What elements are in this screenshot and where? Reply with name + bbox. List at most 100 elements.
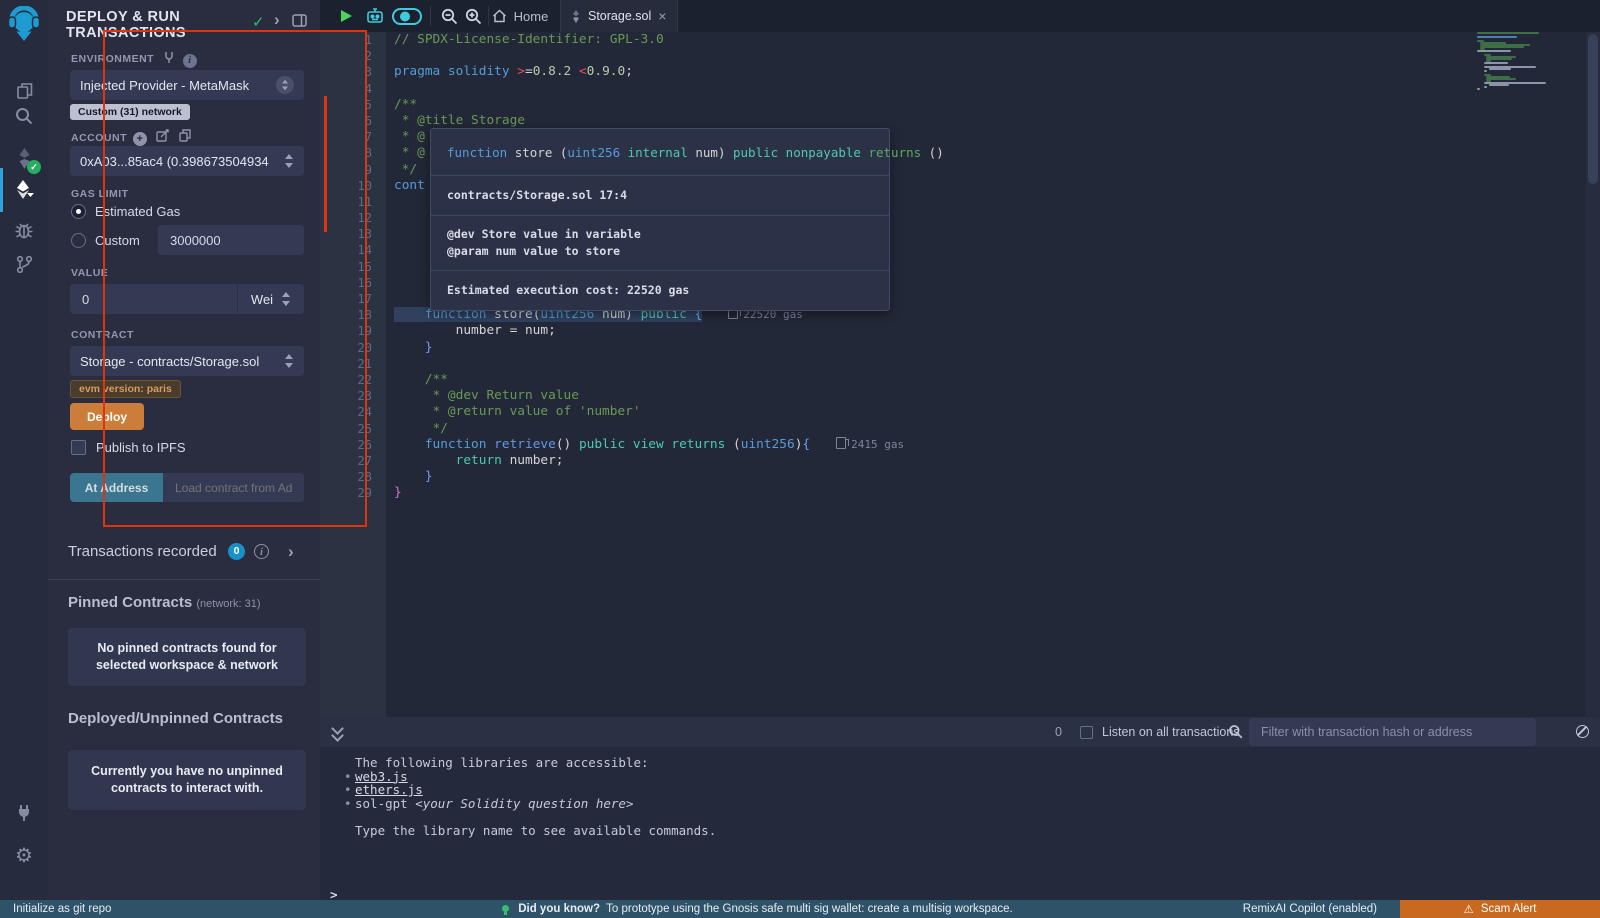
search-icon[interactable] (0, 98, 48, 134)
transactions-recorded-row: Transactions recorded 0 i › (68, 543, 300, 561)
line-number[interactable]: 3 (320, 64, 372, 80)
line-number[interactable]: 20 (320, 340, 372, 356)
did-you-know-tip: Did you know? To prototype using the Gno… (502, 900, 1013, 918)
tab-close-icon[interactable]: × (658, 9, 666, 23)
line-number[interactable]: 25 (320, 421, 372, 437)
clear-filter-icon[interactable] (1576, 725, 1589, 738)
contract-select[interactable]: Storage - contracts/Storage.sol (70, 346, 304, 376)
bullet-icon: • (344, 783, 352, 797)
line-number[interactable]: 8 (320, 145, 372, 161)
line-number[interactable]: 23 (320, 388, 372, 404)
line-number[interactable]: 15 (320, 259, 372, 275)
tooltip-cost-section: Estimated execution cost: 22520 gas (431, 271, 889, 310)
scam-alert-button[interactable]: ⚠ Scam Alert (1400, 900, 1600, 918)
deploy-button[interactable]: Deploy (70, 403, 144, 430)
bullet-icon: • (344, 770, 352, 784)
copy-account-icon[interactable] (179, 133, 191, 145)
solidity-compiler-icon[interactable] (0, 140, 48, 176)
line-number[interactable]: 1 (320, 32, 372, 48)
panel-forward-icon[interactable]: › (274, 10, 280, 30)
line-number[interactable]: 22 (320, 372, 372, 388)
line-number[interactable]: 29 (320, 485, 372, 501)
value-unit-select[interactable]: Wei (237, 284, 304, 314)
gas-limit-label: GAS LIMIT (71, 188, 129, 200)
terminal-line: The following libraries are accessible: (344, 756, 716, 770)
debugger-icon[interactable] (0, 212, 48, 248)
environment-select-arrows-icon (276, 76, 294, 94)
editor-scrollbar[interactable] (1586, 32, 1600, 717)
code-line-21 (394, 356, 904, 372)
git-init-button[interactable]: Initialize as git repo (13, 900, 111, 918)
line-number[interactable]: 26 (320, 437, 372, 453)
line-number[interactable]: 2 (320, 48, 372, 64)
custom-gas-radio[interactable] (71, 233, 86, 248)
terminal-filter-input[interactable] (1249, 718, 1536, 746)
deploy-run-icon[interactable] (0, 172, 48, 208)
collapse-terminal-icon[interactable] (333, 724, 343, 740)
panel-title: DEPLOY & RUN TRANSACTIONS (66, 9, 236, 41)
value-label: VALUE (71, 267, 108, 279)
terminal-line (344, 810, 716, 824)
line-number[interactable]: 11 (320, 194, 372, 210)
line-number[interactable]: 12 (320, 210, 372, 226)
transactions-info-icon[interactable]: i (254, 544, 269, 559)
edit-account-icon[interactable] (153, 133, 173, 145)
line-number[interactable]: 13 (320, 226, 372, 242)
copilot-toggle[interactable] (390, 0, 424, 32)
add-account-icon[interactable]: + (133, 132, 147, 146)
account-select[interactable]: 0xA03...85ac4 (0.398673504934 (70, 146, 304, 176)
tab-label: Storage.sol (588, 9, 651, 23)
git-icon[interactable] (0, 246, 48, 282)
zoom-out-icon[interactable] (438, 0, 460, 32)
tab-storage-sol[interactable]: Storage.sol × (560, 0, 678, 32)
line-number[interactable]: 10 (320, 178, 372, 194)
code-line-6: * @title Storage (394, 113, 904, 129)
line-number[interactable]: 9 (320, 162, 372, 178)
publish-ipfs-label: Publish to IPFS (96, 440, 186, 455)
editor-minimap[interactable] (1477, 32, 1583, 152)
run-script-icon[interactable] (336, 0, 356, 32)
value-input[interactable] (70, 284, 237, 314)
code-editor[interactable]: 1234567891011121314151617181920212223242… (320, 32, 1600, 717)
minimap-line (1477, 88, 1480, 90)
custom-gas-input-wrap (158, 225, 304, 255)
estimated-gas-radio[interactable] (71, 204, 86, 219)
scrollbar-thumb[interactable] (1588, 34, 1598, 184)
toolbar-separator (430, 6, 431, 26)
settings-gear-icon[interactable]: ⚙ (0, 837, 48, 873)
publish-ipfs-checkbox[interactable] (71, 440, 86, 455)
line-number[interactable]: 21 (320, 356, 372, 372)
at-address-button[interactable]: At Address (70, 473, 163, 502)
line-number[interactable]: 19 (320, 323, 372, 339)
home-tab[interactable]: Home (480, 0, 560, 32)
contract-label: CONTRACT (71, 329, 134, 341)
at-address-input[interactable] (163, 473, 304, 502)
remix-logo-icon[interactable] (0, 6, 48, 42)
custom-gas-input[interactable] (158, 225, 304, 255)
line-number[interactable]: 7 (320, 129, 372, 145)
line-number[interactable]: 28 (320, 469, 372, 485)
listen-transactions-checkbox[interactable] (1080, 726, 1093, 739)
deploy-run-panel: DEPLOY & RUN TRANSACTIONS ✓ › ENVIRONMEN… (48, 0, 320, 900)
environment-select[interactable]: Injected Provider - MetaMask (70, 70, 304, 100)
line-number[interactable]: 6 (320, 113, 372, 129)
line-number[interactable]: 17 (320, 291, 372, 307)
panel-pin-icon[interactable] (292, 14, 307, 31)
plugin-manager-icon[interactable] (0, 795, 48, 831)
environment-info-icon[interactable]: i (183, 54, 197, 68)
hover-tooltip: function store (uint256 internal num) pu… (430, 128, 890, 311)
line-number[interactable]: 18 (320, 307, 372, 323)
fuel-pump-icon (836, 437, 846, 449)
line-number[interactable]: 16 (320, 275, 372, 291)
line-number[interactable]: 14 (320, 242, 372, 258)
terminal-output[interactable]: The following libraries are accessible:•… (320, 747, 1600, 900)
line-number[interactable]: 24 (320, 404, 372, 420)
fork-env-icon[interactable] (160, 54, 177, 66)
transactions-expand-icon[interactable]: › (288, 542, 294, 562)
line-number[interactable]: 27 (320, 453, 372, 469)
line-number[interactable]: 5 (320, 97, 372, 113)
ai-copilot-robot-icon[interactable] (362, 0, 388, 32)
line-number[interactable]: 4 (320, 81, 372, 97)
terminal-line: •sol-gpt <your Solidity question here> (344, 797, 716, 811)
copilot-status[interactable]: RemixAI Copilot (enabled) (1243, 900, 1377, 918)
